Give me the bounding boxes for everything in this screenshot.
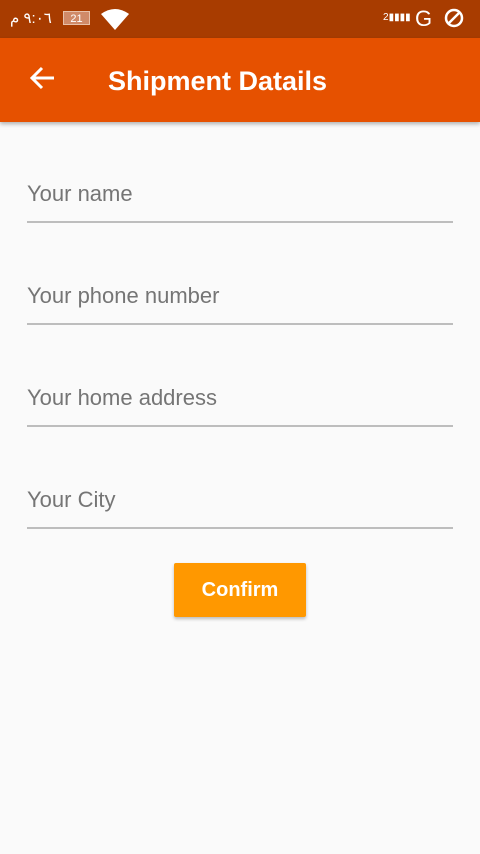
address-field[interactable] xyxy=(27,365,453,427)
do-not-disturb-icon xyxy=(444,8,464,28)
phone-input[interactable] xyxy=(27,283,453,309)
back-arrow-icon[interactable] xyxy=(28,64,56,92)
name-field[interactable] xyxy=(27,161,453,223)
network-type: G xyxy=(415,6,433,31)
signal-icon: 2▮▮▮▮ xyxy=(383,12,411,23)
wifi-icon xyxy=(101,9,129,30)
status-bar: ٩:٠٦ م 21 2▮▮▮▮ G xyxy=(0,0,480,38)
city-input[interactable] xyxy=(27,487,453,513)
status-time: ٩:٠٦ م xyxy=(10,10,52,27)
confirm-button[interactable]: Confirm xyxy=(174,563,306,617)
app-bar: Shipment Datails xyxy=(0,38,480,122)
battery-icon: 21 xyxy=(63,11,90,25)
name-input[interactable] xyxy=(27,181,453,207)
address-input[interactable] xyxy=(27,385,453,411)
page-title: Shipment Datails xyxy=(108,66,328,96)
city-field[interactable] xyxy=(27,467,453,529)
phone-field[interactable] xyxy=(27,263,453,325)
